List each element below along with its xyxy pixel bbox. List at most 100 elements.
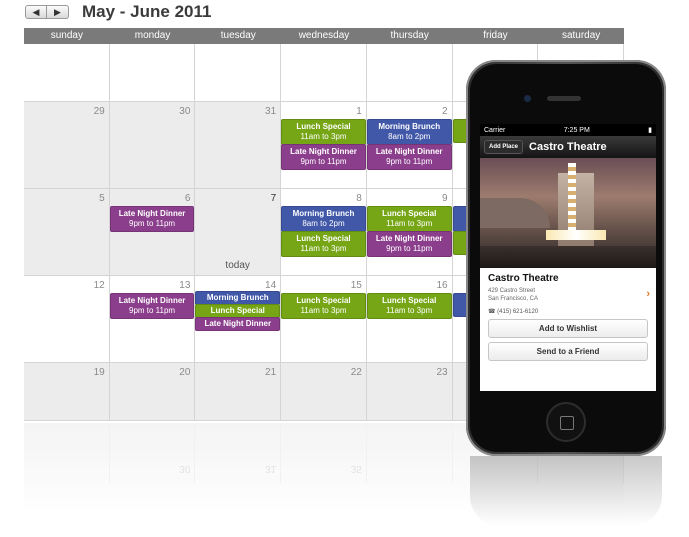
event-lunch-special[interactable]: Lunch Special 11am to 3pm <box>281 231 366 257</box>
event-time: 9pm to 11pm <box>129 306 176 315</box>
event-time: 11am to 3pm <box>300 132 347 141</box>
day-cell[interactable]: 12 <box>24 276 110 362</box>
event-late-night-dinner[interactable]: Late Night Dinner 9pm to 11pm <box>366 231 452 257</box>
event-time: 9pm to 11pm <box>386 157 433 166</box>
event-lunch-special[interactable]: Lunch Special 11am to 3pm <box>366 206 452 232</box>
reflection-number: 30 <box>179 463 191 474</box>
day-cell[interactable]: 19 <box>24 363 110 420</box>
day-cell[interactable]: 6 Late Night Dinner 9pm to 11pm <box>109 189 196 275</box>
reflection-cell: 30 <box>110 423 196 483</box>
prev-month-button[interactable]: ◀ <box>25 5 47 19</box>
event-lunch-special[interactable]: Lunch Special 11am to 3pm <box>281 119 366 145</box>
address-line1: 429 Castro Street <box>488 288 536 294</box>
day-cell[interactable]: 30 <box>109 102 196 188</box>
day-number: 12 <box>93 280 105 291</box>
event-time: 9pm to 11pm <box>129 219 176 228</box>
event-time: 11am to 3pm <box>300 244 347 253</box>
next-month-button[interactable]: ▶ <box>47 5 69 19</box>
place-info[interactable]: Castro Theatre 429 Castro Street San Fra… <box>480 268 656 315</box>
send-to-friend-button[interactable]: Send to a Friend <box>488 342 648 361</box>
day-cell[interactable] <box>367 44 453 101</box>
day-cell[interactable]: 22 <box>281 363 367 420</box>
event-morning-brunch[interactable]: Morning Brunch 8am to 2pm <box>281 206 366 232</box>
month-nav: ◀ ▶ <box>25 5 69 19</box>
day-cell-today[interactable]: 7 today <box>195 189 282 275</box>
event-morning-brunch[interactable]: Morning Brunch 8am to 2pm <box>366 119 452 145</box>
event-late-night-dinner[interactable]: Late Night Dinner 9pm to 11pm <box>109 206 195 232</box>
day-cell[interactable]: 21 <box>195 363 282 420</box>
photo-sign <box>568 163 576 233</box>
day-header-monday: monday <box>134 30 171 41</box>
day-cell[interactable]: 8 Morning Brunch 8am to 2pm Lunch Specia… <box>281 189 367 275</box>
event-title: Late Night Dinner <box>375 234 443 243</box>
day-cell[interactable]: 15 Lunch Special 11am to 3pm <box>281 276 367 362</box>
day-cell[interactable] <box>24 44 110 101</box>
day-number: 2 <box>442 106 448 117</box>
day-header-thursday: thursday <box>390 30 429 41</box>
day-cell[interactable] <box>281 44 367 101</box>
event-title: Lunch Special <box>296 122 351 131</box>
event-title: Lunch Special <box>296 234 351 243</box>
speaker-grille <box>547 96 581 101</box>
event-lunch-special[interactable]: Lunch Special <box>195 304 281 318</box>
today-label: today <box>225 260 250 271</box>
day-cell[interactable]: 29 <box>24 102 110 188</box>
day-number: 14 <box>265 280 277 291</box>
event-title: Late Night Dinner <box>375 147 443 156</box>
event-time: 9pm to 11pm <box>386 244 433 253</box>
event-lunch-special[interactable]: Lunch Special 11am to 3pm <box>281 293 366 319</box>
home-button[interactable] <box>546 402 586 442</box>
photo-marquee <box>546 230 606 240</box>
iphone-device: Carrier 7:25 PM ▮ Add Place Castro Theat… <box>466 60 666 456</box>
day-cell[interactable]: 23 <box>366 363 453 420</box>
event-lunch-special[interactable]: Lunch Special 11am to 3pm <box>366 293 452 319</box>
day-header-tuesday: tuesday <box>220 30 256 41</box>
day-cell[interactable]: 20 <box>109 363 196 420</box>
event-late-night-dinner[interactable]: Late Night Dinner 9pm to 11pm <box>109 293 195 319</box>
day-number: 22 <box>350 367 362 378</box>
day-cell[interactable] <box>110 44 196 101</box>
event-time: 11am to 3pm <box>386 219 433 228</box>
day-cell[interactable]: 16 Lunch Special 11am to 3pm <box>366 276 453 362</box>
day-number: 1 <box>356 106 362 117</box>
day-cell[interactable]: 13 Late Night Dinner 9pm to 11pm <box>109 276 196 362</box>
address-line2: San Francisco, CA <box>488 296 539 302</box>
reflection-number: 31 <box>265 463 277 474</box>
event-title: Lunch Special <box>382 296 437 305</box>
day-cell[interactable]: 2 Morning Brunch 8am to 2pm Late Night D… <box>366 102 453 188</box>
event-title: Morning Brunch <box>292 209 355 218</box>
add-to-wishlist-button[interactable]: Add to Wishlist <box>488 319 648 338</box>
day-number: 29 <box>93 106 105 117</box>
event-title: Morning Brunch <box>206 293 269 302</box>
day-header-sunday: sunday <box>50 30 83 41</box>
event-time: 11am to 3pm <box>300 306 347 315</box>
day-number: 15 <box>350 280 362 291</box>
day-cell[interactable] <box>195 44 282 101</box>
day-header-friday: friday <box>483 30 508 41</box>
event-time: 9pm to 11pm <box>300 157 347 166</box>
reflection-cell <box>24 423 110 483</box>
day-cell[interactable]: 9 Lunch Special 11am to 3pm Late Night D… <box>366 189 453 275</box>
event-late-night-dinner[interactable]: Late Night Dinner 9pm to 11pm <box>281 144 366 170</box>
event-late-night-dinner[interactable]: Late Night Dinner 9pm to 11pm <box>366 144 452 170</box>
day-number: 31 <box>265 106 277 117</box>
chevron-right-icon: › <box>646 288 650 300</box>
add-place-button[interactable]: Add Place <box>484 140 524 154</box>
place-address: 429 Castro Street San Francisco, CA <box>488 287 648 303</box>
battery-icon: ▮ <box>648 127 652 134</box>
camera-icon <box>524 95 531 102</box>
day-number: 19 <box>93 367 105 378</box>
place-name: Castro Theatre <box>488 273 559 284</box>
day-cell[interactable]: 5 <box>24 189 110 275</box>
day-cell[interactable]: 31 <box>195 102 282 188</box>
day-cell[interactable]: 1 Lunch Special 11am to 3pm Late Night D… <box>281 102 367 188</box>
phone-screen: Carrier 7:25 PM ▮ Add Place Castro Theat… <box>480 124 656 391</box>
day-cell[interactable]: 14 Morning Brunch Lunch Special Late Nig… <box>195 276 282 362</box>
day-number: 20 <box>179 367 191 378</box>
carrier-label: Carrier <box>484 126 506 134</box>
day-number: 30 <box>179 106 191 117</box>
photo-street <box>480 246 656 268</box>
phone-reflection <box>470 456 662 526</box>
event-late-night-dinner[interactable]: Late Night Dinner <box>195 317 281 331</box>
event-morning-brunch[interactable]: Morning Brunch <box>195 291 281 305</box>
